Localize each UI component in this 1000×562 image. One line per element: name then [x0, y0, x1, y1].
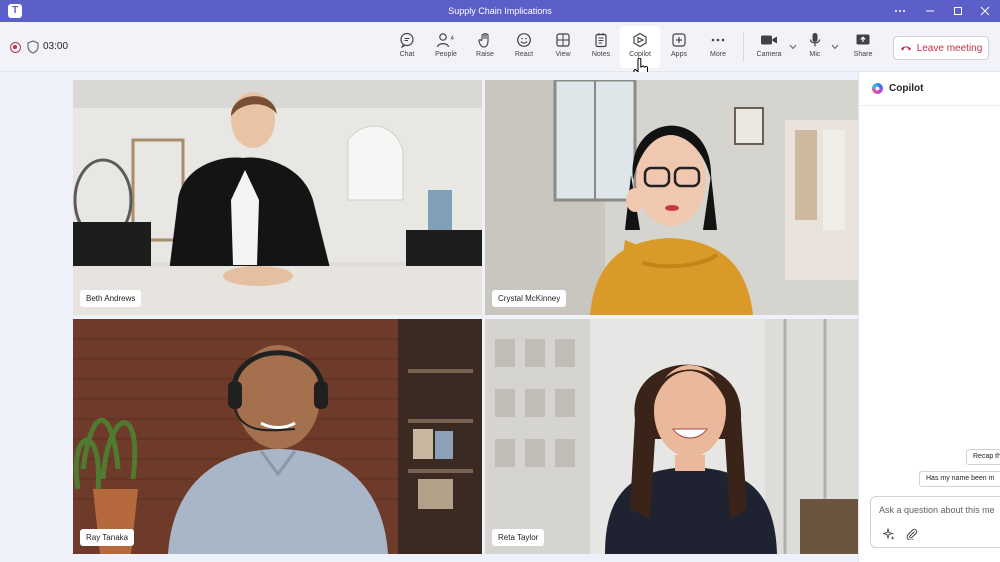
chat-label: Chat: [399, 51, 415, 58]
video-stage: Beth Andrews Crystal McKinney Ray Tanaka…: [0, 72, 858, 562]
apps-button[interactable]: Apps: [659, 26, 699, 68]
more-icon: [711, 38, 725, 42]
toolbar-divider: [743, 32, 744, 62]
close-icon: [980, 6, 990, 16]
copilot-pane: Copilot Recap th Has my name been m: [858, 72, 1000, 562]
copilot-pane-title: Copilot: [889, 83, 924, 94]
close-window-button[interactable]: [970, 0, 1000, 22]
participant-name-badge: Beth Andrews: [80, 290, 142, 307]
hang-up-icon: [900, 46, 911, 51]
window-title: Supply Chain Implications: [448, 6, 552, 16]
minimize-button[interactable]: [915, 0, 945, 22]
notes-label: Notes: [591, 51, 611, 58]
apps-label: Apps: [671, 51, 687, 58]
sparkle-prompts-icon[interactable]: [883, 528, 895, 540]
share-screen-icon: [856, 34, 870, 45]
chat-icon: [400, 32, 414, 48]
view-button[interactable]: View: [543, 26, 583, 68]
participant-name-badge: Ray Tanaka: [80, 529, 135, 546]
video-tile-reta-taylor[interactable]: Reta Taylor: [485, 319, 858, 554]
video-feed-crystal-mckinney: [485, 80, 858, 315]
share-label: Share: [853, 51, 873, 58]
attach-paperclip-icon[interactable]: [906, 528, 918, 540]
mic-label: Mic: [809, 51, 821, 58]
mic-button[interactable]: Mic: [795, 26, 835, 68]
copilot-question-input[interactable]: [879, 505, 1000, 515]
raise-hand-icon: [478, 32, 489, 48]
copilot-label: Copilot: [629, 51, 651, 58]
grid-view-icon: [556, 33, 570, 47]
react-label: React: [514, 51, 534, 58]
people-label: People: [435, 51, 457, 58]
people-button[interactable]: 4 People: [426, 26, 466, 68]
maximize-button[interactable]: [943, 0, 973, 22]
chat-button[interactable]: Chat: [387, 26, 427, 68]
mic-options-chevron-icon[interactable]: [831, 44, 839, 50]
notes-button[interactable]: Notes: [581, 26, 621, 68]
share-button[interactable]: Share: [843, 26, 883, 68]
video-tile-beth-andrews[interactable]: Beth Andrews: [73, 80, 482, 315]
video-tile-ray-tanaka[interactable]: Ray Tanaka: [73, 319, 482, 554]
participant-name-badge: Reta Taylor: [492, 529, 545, 546]
minimize-icon: [926, 10, 934, 12]
copilot-logo-icon: [872, 83, 883, 94]
video-tile-crystal-mckinney[interactable]: Crystal McKinney: [485, 80, 858, 315]
emoji-icon: [517, 33, 531, 47]
copilot-header-divider: [859, 105, 1000, 106]
window-more-button[interactable]: [885, 0, 915, 22]
notes-icon: [595, 33, 607, 48]
video-feed-beth-andrews: [73, 80, 482, 315]
more-label: More: [710, 51, 726, 58]
suggestion-chip-recap[interactable]: Recap th: [966, 449, 1000, 465]
camera-label: Camera: [756, 51, 782, 58]
leave-meeting-button[interactable]: Leave meeting: [893, 36, 989, 60]
ellipsis-icon: [895, 10, 905, 12]
camera-icon: [761, 35, 777, 45]
copilot-pane-header: Copilot: [871, 82, 923, 95]
microphone-icon: [809, 33, 821, 47]
add-app-icon: [672, 33, 686, 47]
meeting-timer: 03:00: [43, 41, 69, 52]
maximize-icon: [954, 7, 962, 15]
more-button[interactable]: More: [698, 26, 738, 68]
participant-name-badge: Crystal McKinney: [492, 290, 567, 307]
shield-icon: [27, 40, 39, 54]
recording-icon: [10, 42, 21, 53]
meeting-toolbar: 03:00 Chat 4 People Raise React View Not…: [0, 22, 1000, 72]
react-button[interactable]: React: [504, 26, 544, 68]
video-feed-reta-taylor: [485, 319, 858, 554]
svg-text:4: 4: [451, 36, 455, 42]
copilot-icon: [633, 32, 647, 48]
raise-hand-button[interactable]: Raise: [465, 26, 505, 68]
title-bar: T Supply Chain Implications: [0, 0, 1000, 22]
copilot-ask-box[interactable]: [870, 496, 1000, 548]
suggestion-chip-name-mentioned[interactable]: Has my name been m: [919, 471, 1000, 487]
leave-meeting-label: Leave meeting: [916, 42, 983, 54]
raise-label: Raise: [476, 51, 494, 58]
view-label: View: [555, 51, 571, 58]
camera-button[interactable]: Camera: [749, 26, 789, 68]
video-feed-ray-tanaka: [73, 319, 482, 554]
people-icon: 4: [436, 33, 455, 48]
